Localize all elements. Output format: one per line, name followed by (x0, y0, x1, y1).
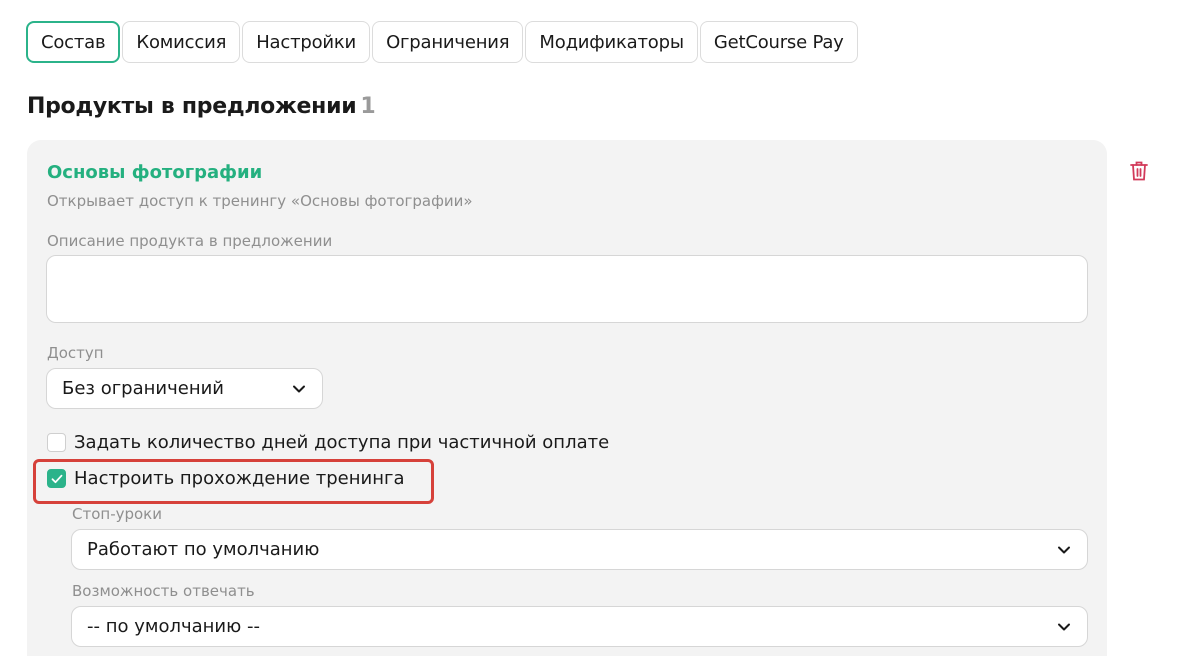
tab-restrictions[interactable]: Ограничения (372, 21, 524, 63)
access-select[interactable]: Без ограничений (46, 368, 323, 409)
tab-modifiers[interactable]: Модификаторы (525, 21, 698, 63)
products-count: 1 (360, 94, 376, 119)
product-description: Открывает доступ к тренингу «Основы фото… (47, 192, 473, 210)
stop-lessons-select-value: Работают по умолчанию (87, 539, 320, 560)
access-label: Доступ (47, 344, 104, 362)
reply-ability-label: Возможность отвечать (72, 582, 255, 600)
training-setup-label: Настроить прохождение тренинга (74, 468, 405, 489)
training-setup-row: Настроить прохождение тренинга (47, 468, 404, 489)
partial-days-checkbox[interactable] (47, 433, 66, 452)
tab-settings[interactable]: Настройки (242, 21, 371, 63)
partial-days-row: Задать количество дней доступа при части… (47, 432, 609, 453)
access-select-value: Без ограничений (62, 378, 224, 399)
chevron-down-icon (293, 385, 305, 392)
reply-ability-select-value: -- по умолчанию -- (87, 616, 260, 637)
stop-lessons-label: Стоп-уроки (72, 505, 162, 523)
trash-icon[interactable] (1129, 160, 1149, 182)
check-icon (51, 474, 62, 483)
partial-days-label: Задать количество дней доступа при части… (74, 432, 610, 453)
tab-bar: Состав Комиссия Настройки Ограничения Мо… (26, 21, 858, 63)
training-setup-checkbox[interactable] (47, 469, 66, 488)
tab-getcourse-pay[interactable]: GetCourse Pay (699, 21, 858, 63)
tab-commission[interactable]: Комиссия (122, 21, 241, 63)
tab-composition[interactable]: Состав (26, 21, 121, 63)
section-title-text: Продукты в предложении (27, 94, 357, 119)
product-desc-textarea[interactable] (46, 255, 1088, 323)
product-desc-field-label: Описание продукта в предложении (47, 232, 333, 250)
reply-ability-select[interactable]: -- по умолчанию -- (71, 606, 1088, 647)
section-title: Продукты в предложении 1 (27, 94, 376, 119)
stop-lessons-select[interactable]: Работают по умолчанию (71, 529, 1088, 570)
product-name[interactable]: Основы фотографии (47, 162, 262, 183)
chevron-down-icon (1058, 623, 1070, 630)
chevron-down-icon (1058, 546, 1070, 553)
